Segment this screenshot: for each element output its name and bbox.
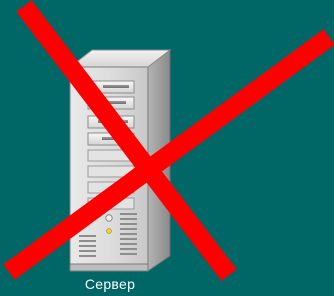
server-label[interactable]: Сервер (62, 275, 158, 293)
server-tower-icon[interactable] (0, 0, 334, 296)
desktop-canvas: Сервер (0, 0, 334, 296)
